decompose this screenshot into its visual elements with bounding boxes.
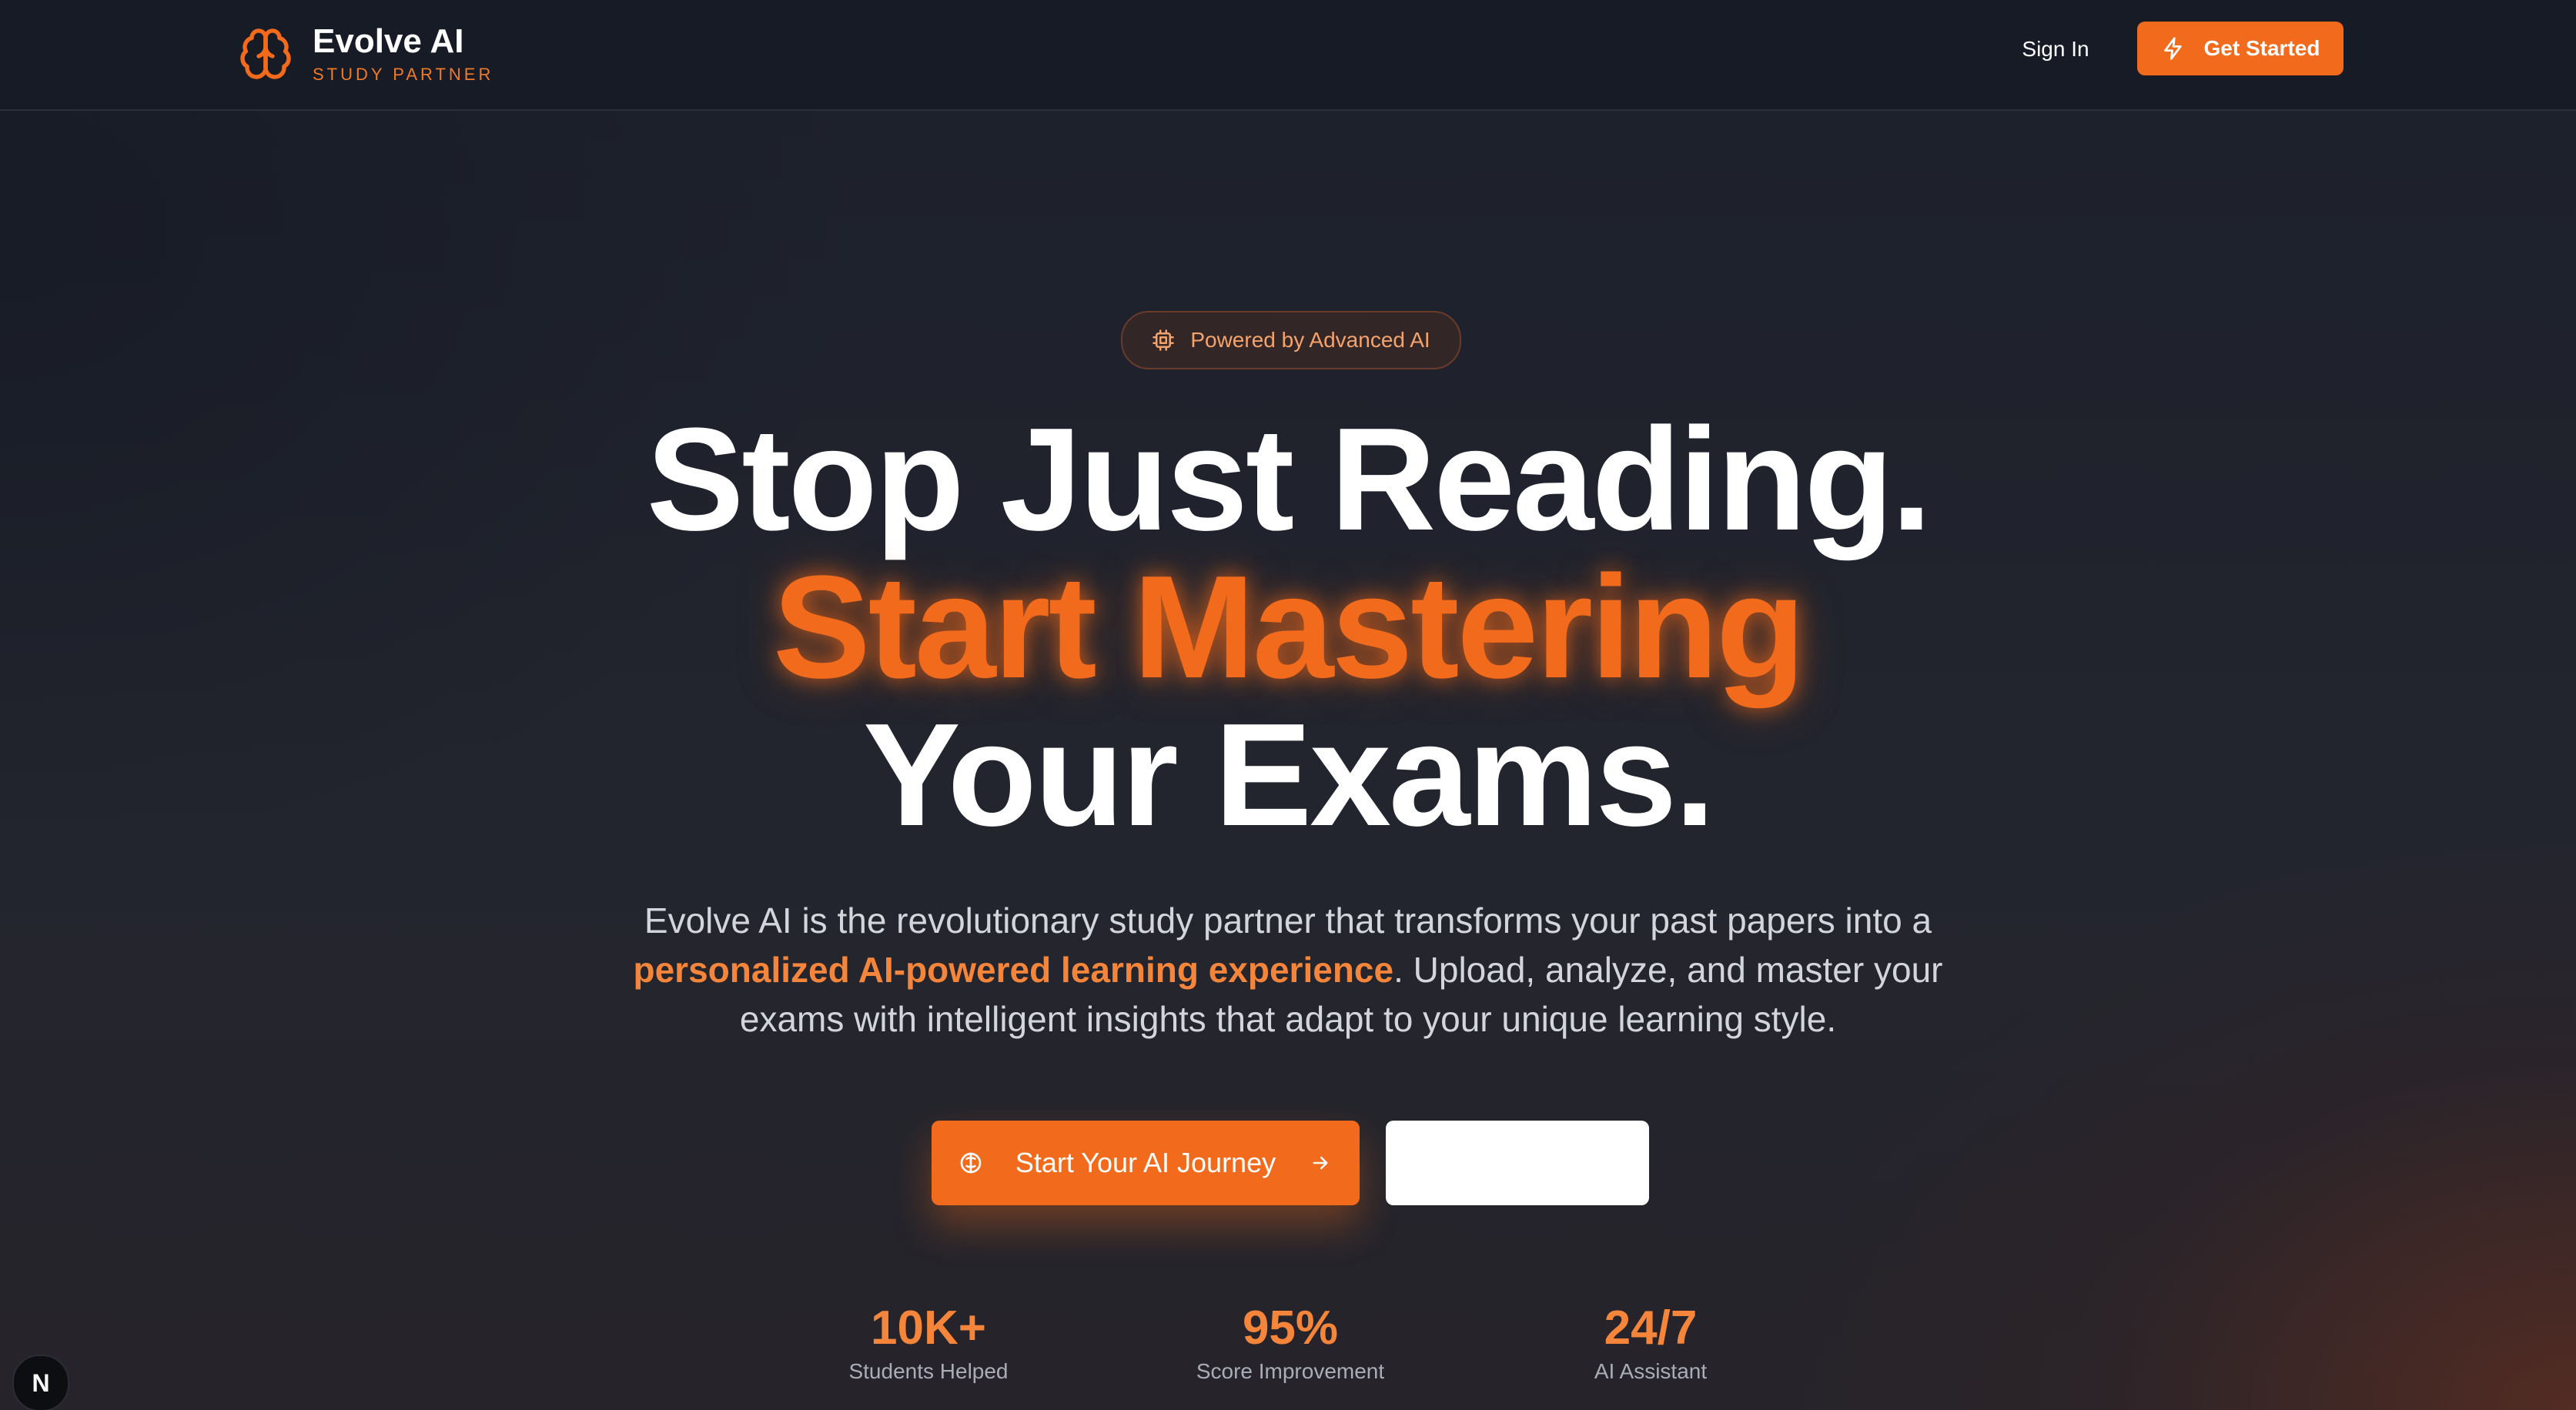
dev-tools-badge[interactable]: N (12, 1355, 69, 1410)
powered-by-label: Powered by Advanced AI (1190, 328, 1430, 352)
landing-page: Evolve AI STUDY PARTNER Sign In Get Star… (0, 0, 2576, 1410)
secondary-button[interactable] (1386, 1121, 1649, 1205)
top-navbar: Evolve AI STUDY PARTNER Sign In Get Star… (0, 0, 2576, 111)
stat-ai-assistant: 24/7 AI Assistant (1512, 1301, 1789, 1387)
brand-logo[interactable]: Evolve AI STUDY PARTNER (236, 15, 493, 92)
stat-value: 24/7 (1604, 1301, 1698, 1355)
stat-value: 95% (1242, 1301, 1339, 1355)
brand-text: Evolve AI STUDY PARTNER (313, 22, 493, 86)
hero-description: Evolve AI is the revolutionary study par… (595, 896, 1981, 1044)
stat-score-improvement: 95% Score Improvement (1152, 1301, 1429, 1387)
start-journey-label: Start Your AI Journey (1015, 1147, 1276, 1178)
stat-label: Score Improvement (1196, 1359, 1385, 1383)
description-part-1: Evolve AI is the revolutionary study par… (644, 900, 1932, 941)
brain-icon (236, 24, 296, 84)
brand-name: Evolve AI (313, 22, 464, 60)
get-started-button[interactable]: Get Started (2137, 22, 2343, 75)
brand-tagline: STUDY PARTNER (313, 65, 494, 84)
lightning-icon (2161, 35, 2187, 62)
stat-students-helped: 10K+ Students Helped (790, 1301, 1067, 1387)
stat-label: Students Helped (848, 1359, 1009, 1383)
headline-line-2: Start Mastering (772, 546, 1805, 709)
stat-value: 10K+ (871, 1301, 986, 1355)
get-started-label: Get Started (2203, 36, 2320, 60)
start-journey-button[interactable]: Start Your AI Journey (932, 1121, 1360, 1205)
powered-by-badge: Powered by Advanced AI (1121, 311, 1461, 369)
cpu-chip-icon (1152, 329, 1175, 352)
stat-label: AI Assistant (1594, 1359, 1708, 1383)
sign-in-link[interactable]: Sign In (2002, 28, 2109, 71)
headline-line-1: Stop Just Reading. (646, 398, 1932, 561)
description-highlight: personalized AI-powered learning experie… (633, 950, 1394, 990)
headline-line-3: Your Exams. (863, 693, 1715, 857)
arrow-right-icon (1310, 1151, 1333, 1174)
brain-icon (958, 1150, 985, 1176)
